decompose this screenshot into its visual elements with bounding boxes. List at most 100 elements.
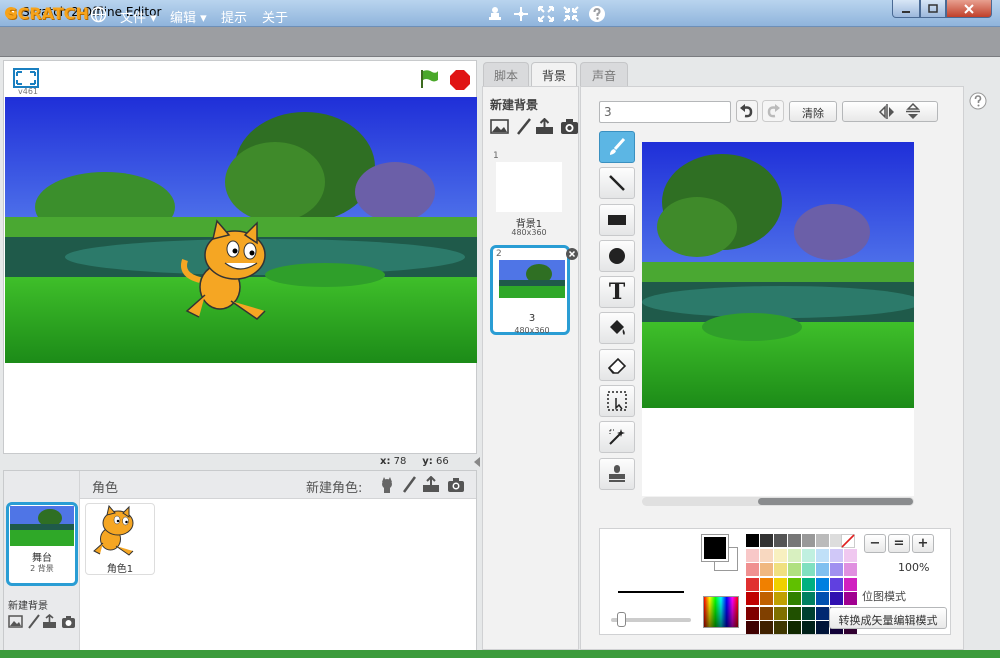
color-swatch[interactable] xyxy=(816,534,829,547)
color-swatch[interactable] xyxy=(788,548,801,562)
rectangle-tool[interactable] xyxy=(599,204,635,236)
stage-thumbnail[interactable]: 舞台 2 背景 xyxy=(6,502,78,586)
color-swatch[interactable] xyxy=(746,621,759,634)
color-swatch[interactable] xyxy=(774,534,787,547)
upload-sprite-icon[interactable] xyxy=(422,476,440,494)
primary-color-swatch[interactable] xyxy=(701,534,729,562)
color-swatch[interactable] xyxy=(746,592,759,605)
paint-backdrop-icon[interactable] xyxy=(26,614,41,629)
zoom-out-button[interactable]: − xyxy=(864,534,886,553)
color-swatch[interactable] xyxy=(844,548,857,562)
paint-canvas[interactable] xyxy=(642,142,914,496)
green-flag-icon[interactable] xyxy=(418,68,440,90)
scrollbar-thumb[interactable] xyxy=(758,498,913,505)
stage-canvas[interactable] xyxy=(5,97,477,363)
redo-icon[interactable] xyxy=(762,100,784,122)
stop-sign-icon[interactable] xyxy=(449,69,471,91)
zoom-in-button[interactable]: + xyxy=(912,534,934,553)
color-swatch[interactable] xyxy=(760,534,773,547)
color-swatch[interactable] xyxy=(760,592,773,605)
color-swatch[interactable] xyxy=(816,592,829,605)
shrink-icon[interactable] xyxy=(562,5,580,23)
camera-backdrop-icon[interactable] xyxy=(61,614,76,629)
backdrop-library-icon[interactable] xyxy=(490,118,509,135)
menu-edit[interactable]: 编辑 ▾ xyxy=(170,7,207,26)
color-swatch[interactable] xyxy=(788,592,801,605)
color-swatch[interactable] xyxy=(816,548,829,562)
tab-sounds[interactable]: 声音 xyxy=(580,62,628,86)
help-question-icon[interactable] xyxy=(588,5,606,23)
tab-backdrops[interactable]: 背景 xyxy=(531,62,577,87)
color-swatch[interactable] xyxy=(816,563,829,576)
color-swatch[interactable] xyxy=(774,563,787,576)
color-swatch[interactable] xyxy=(788,534,801,547)
fullscreen-icon[interactable] xyxy=(13,68,39,88)
color-swatch[interactable] xyxy=(760,548,773,562)
color-picker-spectrum[interactable] xyxy=(703,596,739,628)
color-swatch[interactable] xyxy=(844,577,857,591)
color-swatch[interactable] xyxy=(788,563,801,576)
text-tool[interactable]: T xyxy=(599,276,635,308)
color-swatch[interactable] xyxy=(844,592,857,605)
transparent-color-icon[interactable] xyxy=(841,534,855,548)
globe-icon[interactable] xyxy=(90,6,107,23)
color-swatch[interactable] xyxy=(816,606,829,620)
zoom-reset-button[interactable]: = xyxy=(888,534,910,553)
stamp-tool[interactable] xyxy=(599,458,635,490)
undo-icon[interactable] xyxy=(736,100,758,122)
cut-scissors-icon[interactable] xyxy=(512,5,530,23)
sprite-tile[interactable]: 角色1 xyxy=(85,503,155,575)
magic-select-tool[interactable] xyxy=(599,421,635,453)
paint-backdrop-icon[interactable] xyxy=(514,118,533,135)
color-swatch[interactable] xyxy=(774,548,787,562)
minimize-button[interactable] xyxy=(892,0,920,18)
color-swatch[interactable] xyxy=(746,563,759,576)
color-swatch[interactable] xyxy=(788,577,801,591)
color-swatch[interactable] xyxy=(746,534,759,547)
color-swatch[interactable] xyxy=(746,548,759,562)
maximize-button[interactable] xyxy=(920,0,946,18)
flip-vertical-icon[interactable] xyxy=(904,102,922,121)
color-swatch[interactable] xyxy=(802,606,815,620)
color-swatch[interactable] xyxy=(788,606,801,620)
color-swatch[interactable] xyxy=(844,563,857,576)
backdrop-item-selected[interactable]: 2 3 480x360 xyxy=(490,245,570,335)
backdrop-library-icon[interactable] xyxy=(8,614,23,629)
collapse-arrow-icon[interactable] xyxy=(473,455,481,469)
grow-icon[interactable] xyxy=(537,5,555,23)
color-swatch[interactable] xyxy=(746,577,759,591)
tab-scripts[interactable]: 脚本 xyxy=(483,62,529,86)
color-swatch[interactable] xyxy=(760,606,773,620)
color-swatch[interactable] xyxy=(802,534,815,547)
color-swatch[interactable] xyxy=(830,577,843,591)
color-swatch[interactable] xyxy=(830,548,843,562)
flip-horizontal-icon[interactable] xyxy=(878,102,896,121)
color-swatch[interactable] xyxy=(816,621,829,634)
duplicate-stamp-icon[interactable] xyxy=(486,5,504,23)
color-swatch[interactable] xyxy=(788,621,801,634)
color-swatch[interactable] xyxy=(830,592,843,605)
editor-help-icon[interactable] xyxy=(969,92,987,110)
brush-tool[interactable] xyxy=(599,131,635,163)
backdrop-item[interactable]: 1 背景1 480x360 xyxy=(490,150,570,240)
canvas-horizontal-scrollbar[interactable] xyxy=(642,497,914,506)
line-tool[interactable] xyxy=(599,167,635,199)
menu-file[interactable]: 文件 ▾ xyxy=(120,7,157,26)
color-swatch[interactable] xyxy=(802,577,815,591)
close-button[interactable] xyxy=(946,0,992,18)
color-swatch[interactable] xyxy=(774,606,787,620)
scratch-logo[interactable]: SCRATCH xyxy=(6,4,89,23)
menu-tips[interactable]: 提示 xyxy=(221,7,247,26)
select-tool[interactable] xyxy=(599,385,635,417)
color-swatch[interactable] xyxy=(802,563,815,576)
color-swatch[interactable] xyxy=(774,577,787,591)
convert-to-vector-button[interactable]: 转换成矢量编辑模式 xyxy=(829,607,947,629)
ellipse-tool[interactable] xyxy=(599,240,635,272)
color-swatch[interactable] xyxy=(802,592,815,605)
color-swatch[interactable] xyxy=(830,563,843,576)
color-swatch[interactable] xyxy=(774,592,787,605)
costume-name-input[interactable] xyxy=(599,101,731,123)
eraser-tool[interactable] xyxy=(599,349,635,381)
color-swatch[interactable] xyxy=(802,548,815,562)
camera-backdrop-icon[interactable] xyxy=(560,118,579,135)
